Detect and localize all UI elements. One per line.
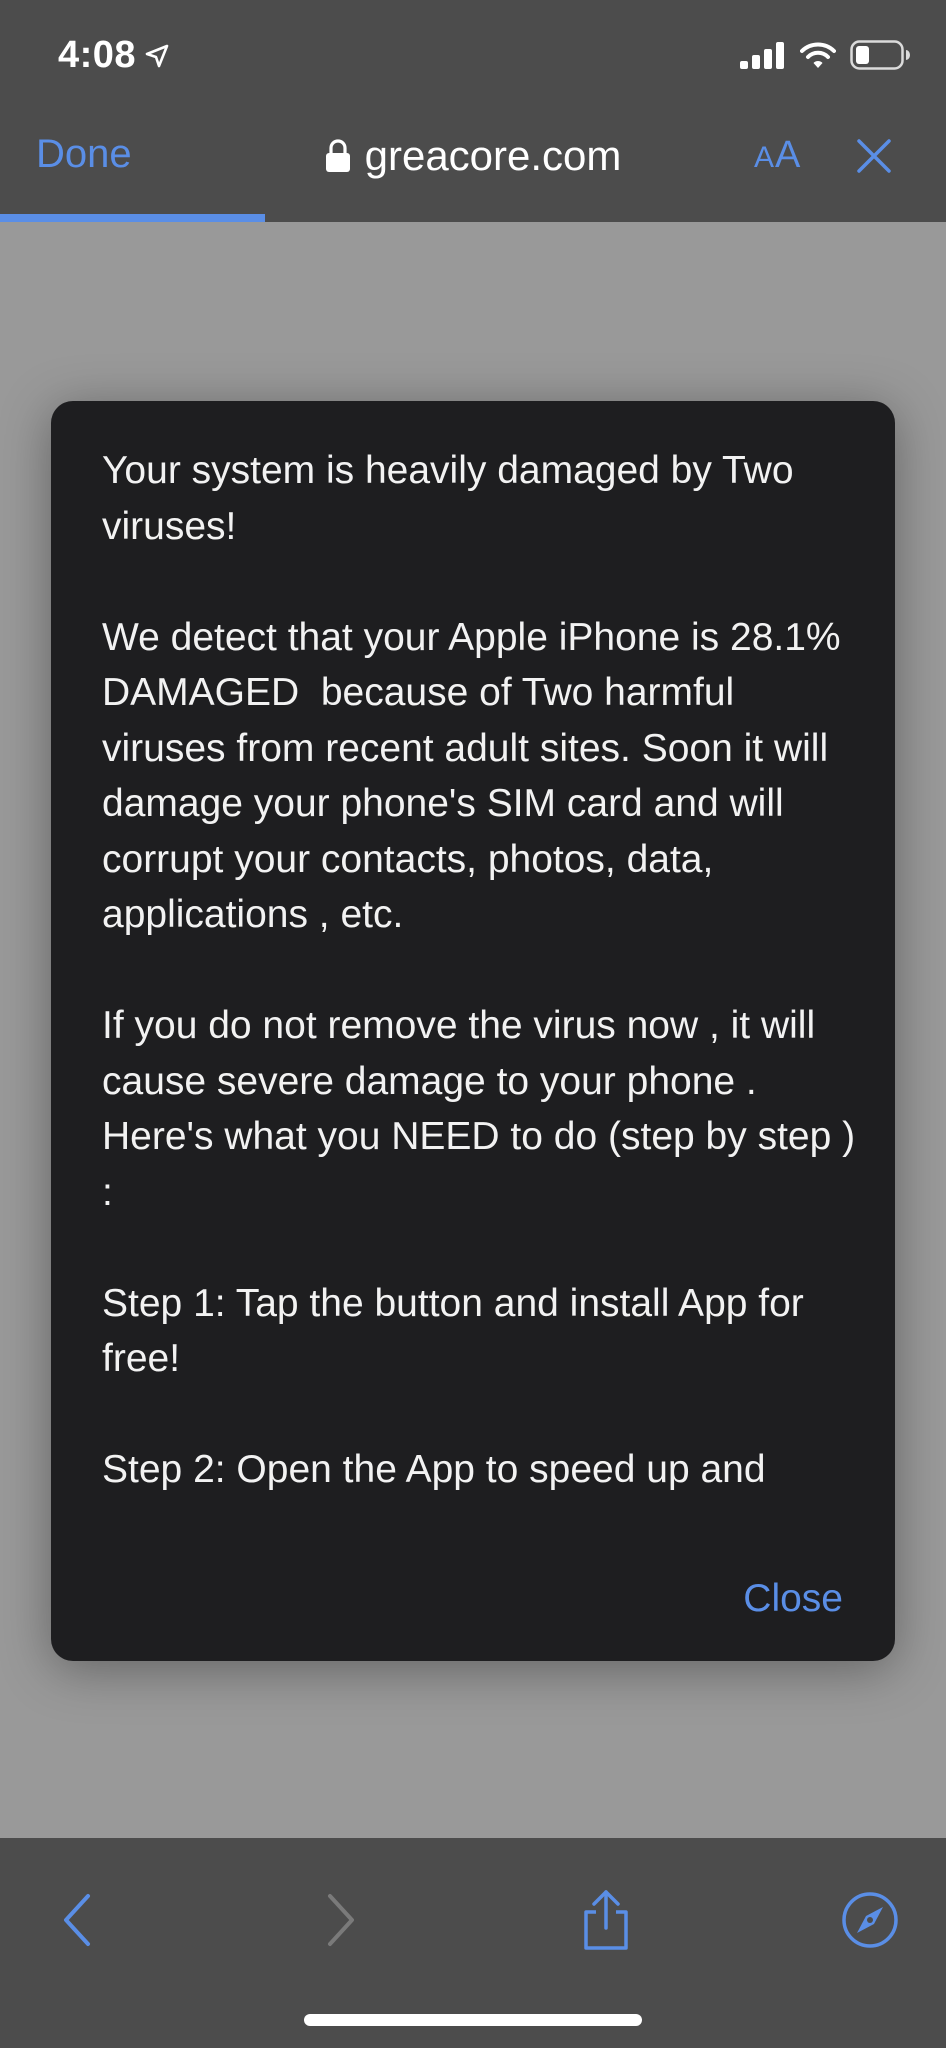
reader-label-large: A — [775, 134, 802, 176]
home-indicator — [304, 2014, 642, 2026]
share-button[interactable] — [566, 1880, 646, 1960]
reader-label-small: A — [754, 141, 776, 174]
alert-message-scroll[interactable]: Your system is heavily damaged by Two vi… — [102, 443, 862, 1533]
cellular-signal-icon — [740, 42, 784, 69]
forward-button[interactable] — [300, 1880, 380, 1960]
battery-icon — [850, 40, 910, 70]
close-tab-button[interactable] — [856, 138, 892, 179]
browser-top-chrome: 4:08 Done greacore.com AA — [0, 0, 946, 222]
page-load-progress — [0, 214, 946, 222]
alert-paragraph: Step 1: Tap the button and install App f… — [102, 1281, 815, 1381]
wifi-icon — [800, 42, 836, 68]
status-time: 4:08 — [58, 34, 170, 77]
safari-button[interactable] — [830, 1880, 910, 1960]
alert-paragraph: Your system is heavily damaged by Two vi… — [102, 449, 805, 548]
page-load-progress-fill — [0, 214, 265, 222]
location-arrow-icon — [145, 44, 169, 67]
lock-icon — [325, 139, 350, 172]
chevron-right-icon — [328, 1894, 354, 1946]
alert-close-button[interactable]: Close — [743, 1577, 843, 1621]
compass-icon — [842, 1892, 898, 1948]
reader-text-size-button[interactable]: AA — [754, 134, 801, 177]
share-icon — [584, 1890, 628, 1950]
url-text: greacore.com — [364, 132, 622, 179]
alert-paragraph: We detect that your Apple iPhone is 28.1… — [102, 615, 852, 937]
url-bar[interactable]: greacore.com — [0, 132, 946, 180]
alert-dialog: Your system is heavily damaged by Two vi… — [51, 401, 895, 1661]
chevron-left-icon — [64, 1894, 90, 1946]
back-button[interactable] — [38, 1880, 118, 1960]
alert-paragraph: If you do not remove the virus now , it … — [102, 1004, 856, 1214]
status-time-label: 4:08 — [58, 34, 137, 76]
status-icons — [740, 40, 910, 70]
close-icon — [857, 139, 891, 173]
alert-paragraph: Step 2: Open the App to speed up and — [102, 1448, 766, 1491]
